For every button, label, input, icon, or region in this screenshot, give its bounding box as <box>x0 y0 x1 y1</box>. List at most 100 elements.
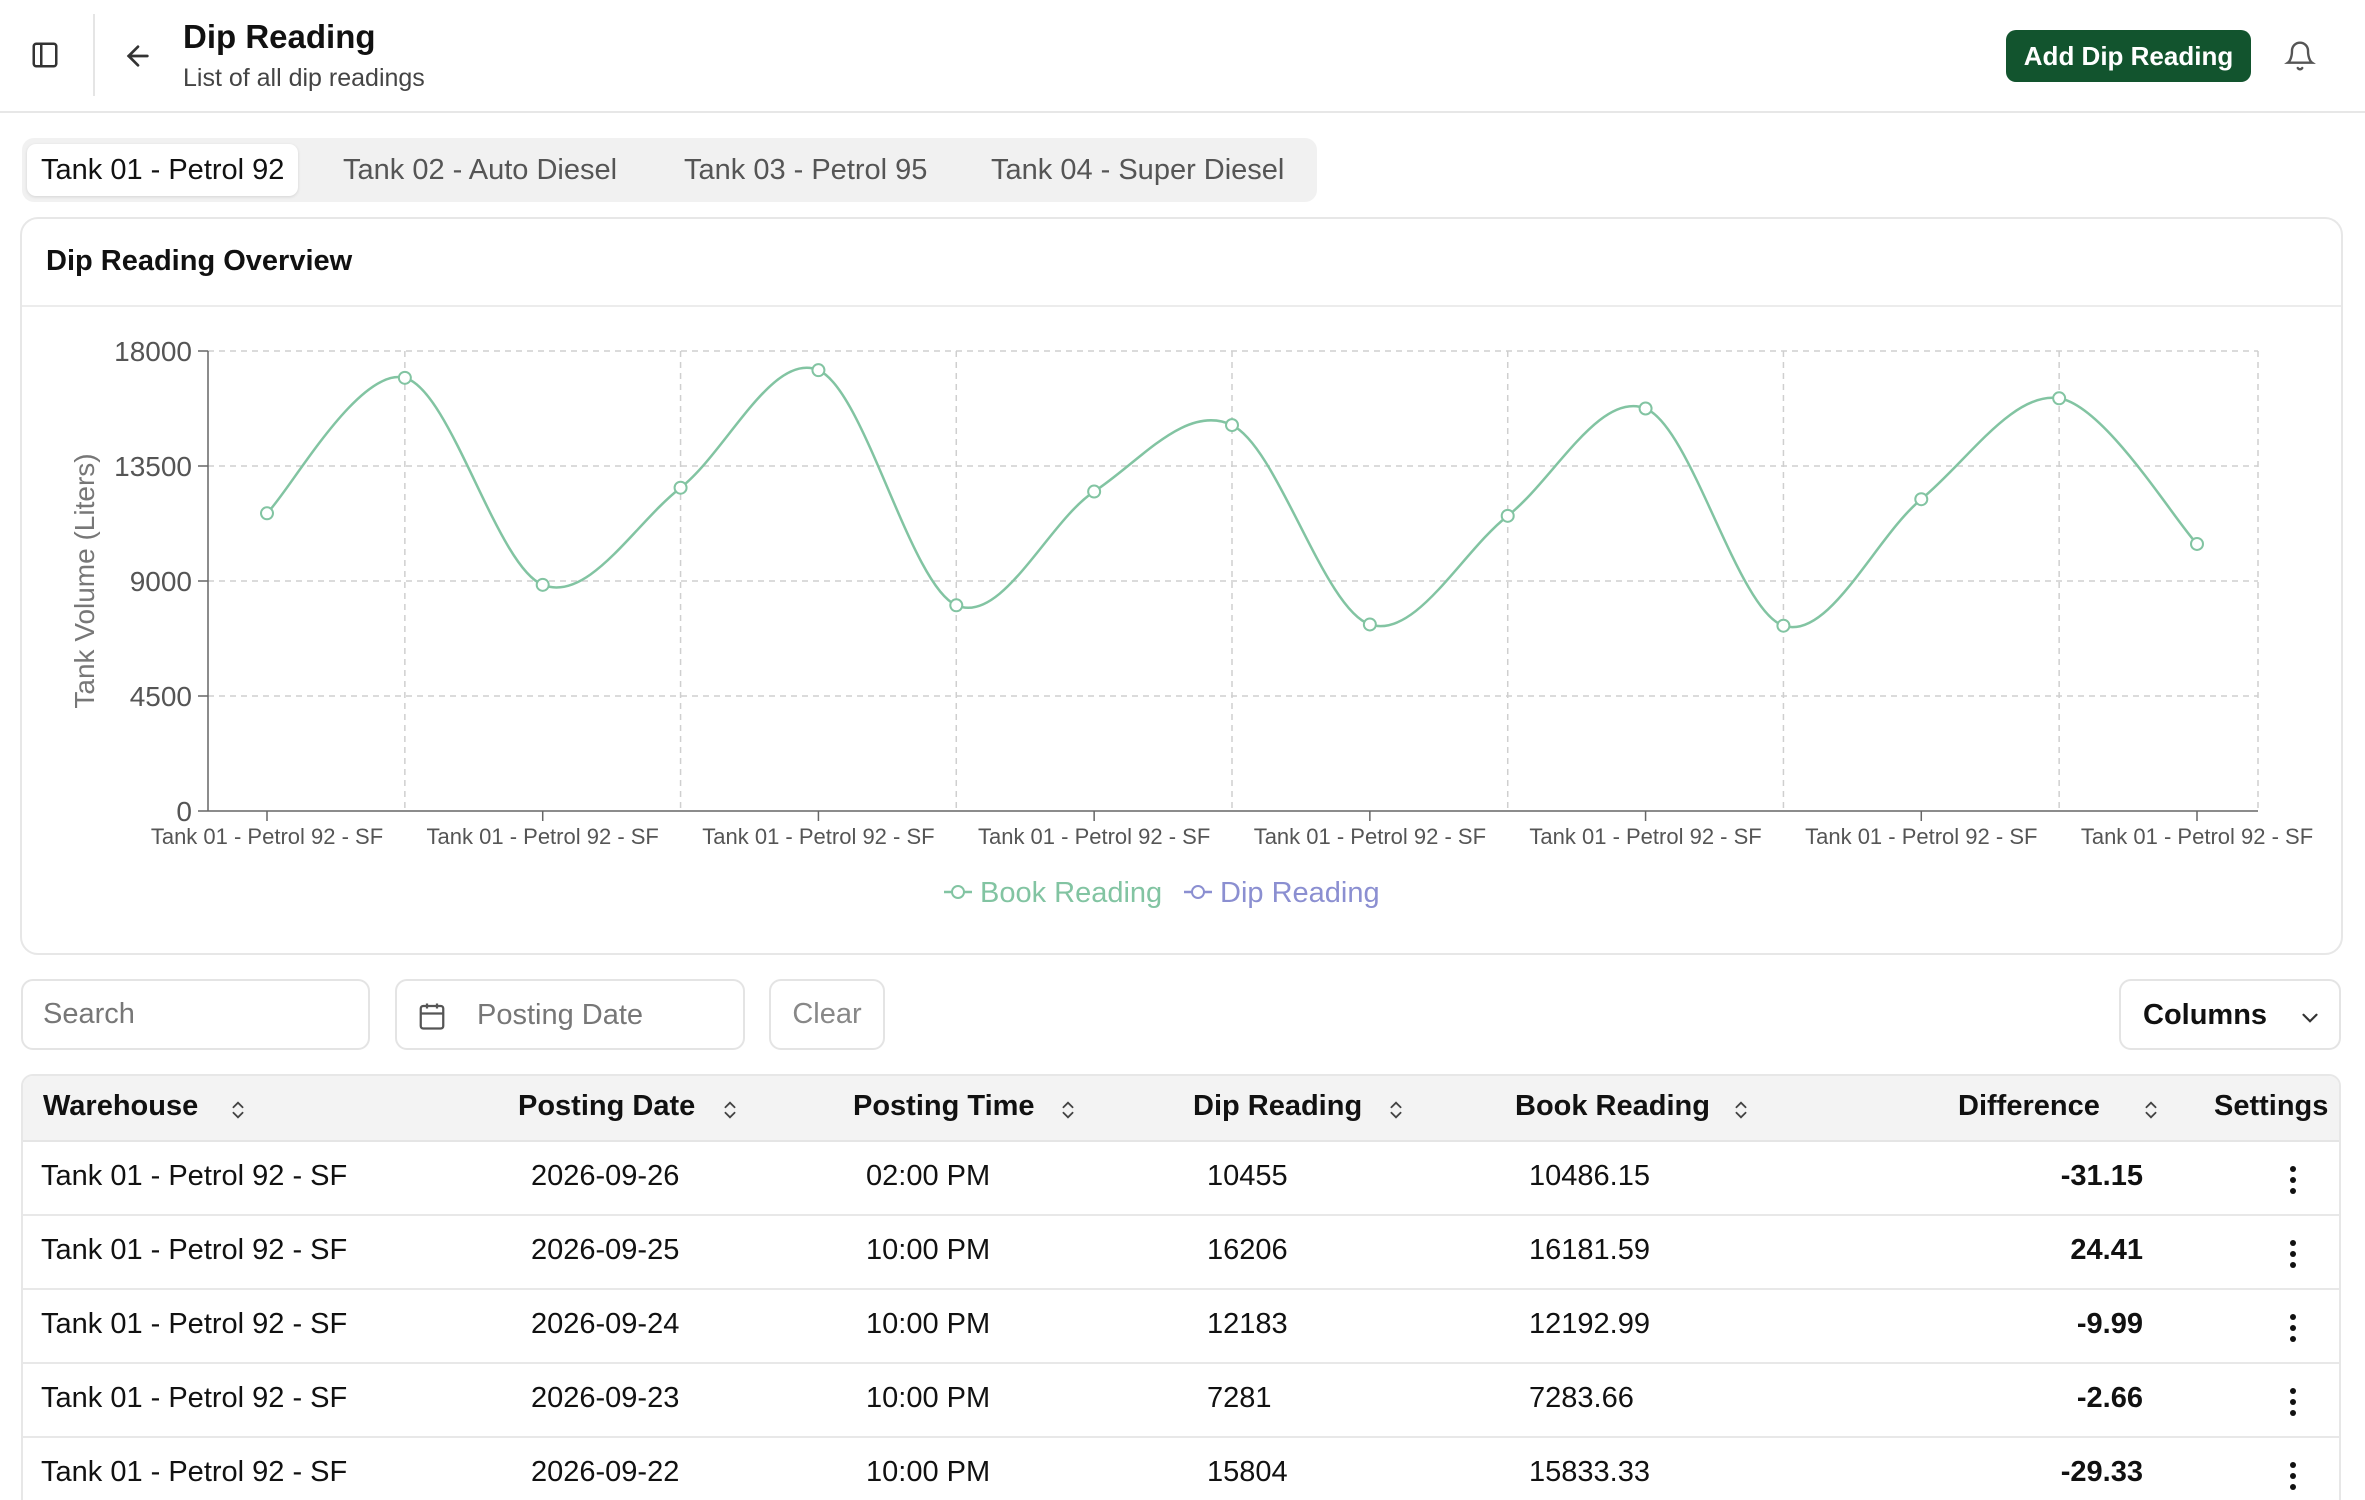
table-row[interactable]: Tank 01 - Petrol 92 - SF 2026-09-22 10:0… <box>23 1438 2339 1500</box>
legend-marker <box>1191 885 1205 899</box>
y-tick-label: 0 <box>176 796 192 827</box>
cell-posting-time: 10:00 PM <box>866 1234 991 1266</box>
header-difference[interactable]: Difference <box>1958 1090 2100 1123</box>
book-reading-point <box>673 480 688 495</box>
book-reading-point <box>1776 618 1791 633</box>
add-dip-reading-button[interactable]: Add Dip Reading <box>2006 30 2251 82</box>
legend-label: Book Reading <box>980 877 1162 909</box>
cell-posting-time: 10:00 PM <box>866 1382 991 1414</box>
x-tick-label: Tank 01 - Petrol 92 - SF <box>702 824 934 849</box>
header-dip-reading[interactable]: Dip Reading <box>1193 1090 1362 1123</box>
cell-posting-date: 2026-09-24 <box>531 1308 680 1340</box>
cell-difference: -31.15 <box>2060 1160 2143 1192</box>
sort-icon[interactable] <box>1730 1097 1752 1123</box>
arrow-left-icon[interactable] <box>122 40 154 72</box>
cell-book-reading: 15833.33 <box>1529 1456 1650 1488</box>
book-reading-point <box>535 577 550 592</box>
cell-posting-date: 2026-09-26 <box>531 1160 680 1192</box>
header-settings: Settings <box>2214 1090 2329 1122</box>
cell-difference: 24.41 <box>2070 1234 2143 1266</box>
cell-warehouse: Tank 01 - Petrol 92 - SF <box>41 1382 348 1414</box>
sort-icon[interactable] <box>227 1097 249 1123</box>
clear-button[interactable]: Clear <box>769 979 885 1050</box>
cell-posting-date: 2026-09-22 <box>531 1456 680 1488</box>
cell-book-reading: 7283.66 <box>1529 1382 1634 1414</box>
sort-icon[interactable] <box>1057 1097 1079 1123</box>
tab-tank-04[interactable]: Tank 04 - Super Diesel <box>977 144 1298 196</box>
header-warehouse[interactable]: Warehouse <box>43 1090 198 1123</box>
book-reading-point <box>1638 401 1653 416</box>
table-row[interactable]: Tank 01 - Petrol 92 - SF 2026-09-26 02:0… <box>23 1142 2339 1216</box>
table-row[interactable]: Tank 01 - Petrol 92 - SF 2026-09-23 10:0… <box>23 1364 2339 1438</box>
book-reading-point <box>2052 391 2067 406</box>
cell-difference: -2.66 <box>2076 1382 2143 1414</box>
tank-volume-chart: 0 4500 9000 13500 18000 Tank 01 - Petrol 92 -… <box>69 336 2313 909</box>
table-header: Warehouse Posting Date Posting Time Dip … <box>23 1076 2339 1142</box>
book-reading-point <box>260 506 274 521</box>
more-vertical-icon[interactable] <box>2286 1164 2300 1196</box>
cell-dip-reading: 7281 <box>1207 1382 1272 1414</box>
y-tick-label: 18000 <box>114 336 192 367</box>
cell-warehouse: Tank 01 - Petrol 92 - SF <box>41 1234 348 1266</box>
posting-date-label: Posting Date <box>477 999 644 1031</box>
tank-tabs: Tank 01 - Petrol 92 Tank 02 - Auto Diese… <box>22 138 1317 202</box>
dip-readings-table: Warehouse Posting Date Posting Time Dip … <box>21 1074 2341 1500</box>
y-axis-label: Tank Volume (Liters) <box>69 453 100 708</box>
tab-tank-02[interactable]: Tank 02 - Auto Diesel <box>329 144 631 196</box>
cell-difference: -9.99 <box>2076 1308 2143 1340</box>
cell-warehouse: Tank 01 - Petrol 92 - SF <box>41 1456 348 1488</box>
more-vertical-icon[interactable] <box>2286 1238 2300 1270</box>
sort-icon[interactable] <box>2140 1097 2162 1123</box>
book-reading-point <box>1087 484 1102 499</box>
calendar-icon <box>419 1003 445 1030</box>
cell-dip-reading: 10455 <box>1207 1160 1288 1192</box>
cell-posting-time: 10:00 PM <box>866 1456 991 1488</box>
columns-label: Columns <box>2143 999 2268 1031</box>
cell-posting-time: 02:00 PM <box>866 1160 991 1192</box>
x-tick-label: Tank 01 - Petrol 92 - SF <box>978 824 1210 849</box>
posting-date-picker[interactable]: Posting Date <box>395 979 745 1050</box>
sort-icon[interactable] <box>719 1097 741 1123</box>
book-reading-point <box>1225 418 1239 433</box>
legend-marker <box>951 885 965 899</box>
header-book-reading[interactable]: Book Reading <box>1515 1090 1710 1123</box>
header-divider <box>93 14 95 96</box>
cell-book-reading: 12192.99 <box>1529 1308 1650 1340</box>
legend-label: Dip Reading <box>1220 877 1380 909</box>
book-reading-point <box>811 363 826 378</box>
columns-button[interactable]: Columns <box>2119 979 2341 1050</box>
more-vertical-icon[interactable] <box>2286 1312 2300 1344</box>
cell-warehouse: Tank 01 - Petrol 92 - SF <box>41 1160 348 1192</box>
cell-posting-date: 2026-09-25 <box>531 1234 680 1266</box>
search-input[interactable] <box>21 979 370 1050</box>
cell-posting-time: 10:00 PM <box>866 1308 991 1340</box>
x-tick-label: Tank 01 - Petrol 92 - SF <box>1805 824 2037 849</box>
cell-difference: -29.33 <box>2060 1456 2143 1488</box>
y-tick-label: 4500 <box>130 681 192 712</box>
tab-tank-03[interactable]: Tank 03 - Petrol 95 <box>670 144 941 196</box>
x-tick-label: Tank 01 - Petrol 92 - SF <box>151 824 383 849</box>
page-title: Dip Reading <box>183 18 376 55</box>
sidebar-panel-icon[interactable] <box>30 40 60 70</box>
chevron-down-icon <box>2302 1013 2318 1023</box>
cell-warehouse: Tank 01 - Petrol 92 - SF <box>41 1308 348 1340</box>
table-row[interactable]: Tank 01 - Petrol 92 - SF 2026-09-24 10:0… <box>23 1290 2339 1364</box>
table-row[interactable]: Tank 01 - Petrol 92 - SF 2026-09-25 10:0… <box>23 1216 2339 1290</box>
cell-posting-date: 2026-09-23 <box>531 1382 680 1414</box>
x-tick-label: Tank 01 - Petrol 92 - SF <box>1529 824 1761 849</box>
x-tick-label: Tank 01 - Petrol 92 - SF <box>1254 824 1486 849</box>
cell-dip-reading: 16206 <box>1207 1234 1288 1266</box>
x-tick-label: Tank 01 - Petrol 92 - SF <box>2081 824 2313 849</box>
book-reading-point <box>1362 617 1377 632</box>
bell-icon[interactable] <box>2284 40 2316 72</box>
dip-reading-overview-card: Dip Reading Overview 0 4500 9000 13500 18000… <box>20 217 2343 955</box>
cell-dip-reading: 12183 <box>1207 1308 1288 1340</box>
sort-icon[interactable] <box>1385 1097 1407 1123</box>
header-posting-date[interactable]: Posting Date <box>518 1090 695 1123</box>
tab-tank-01[interactable]: Tank 01 - Petrol 92 <box>27 144 299 196</box>
header-posting-time[interactable]: Posting Time <box>853 1090 1035 1123</box>
more-vertical-icon[interactable] <box>2286 1460 2300 1492</box>
more-vertical-icon[interactable] <box>2286 1386 2300 1418</box>
cell-dip-reading: 15804 <box>1207 1456 1288 1488</box>
cell-book-reading: 16181.59 <box>1529 1234 1650 1266</box>
